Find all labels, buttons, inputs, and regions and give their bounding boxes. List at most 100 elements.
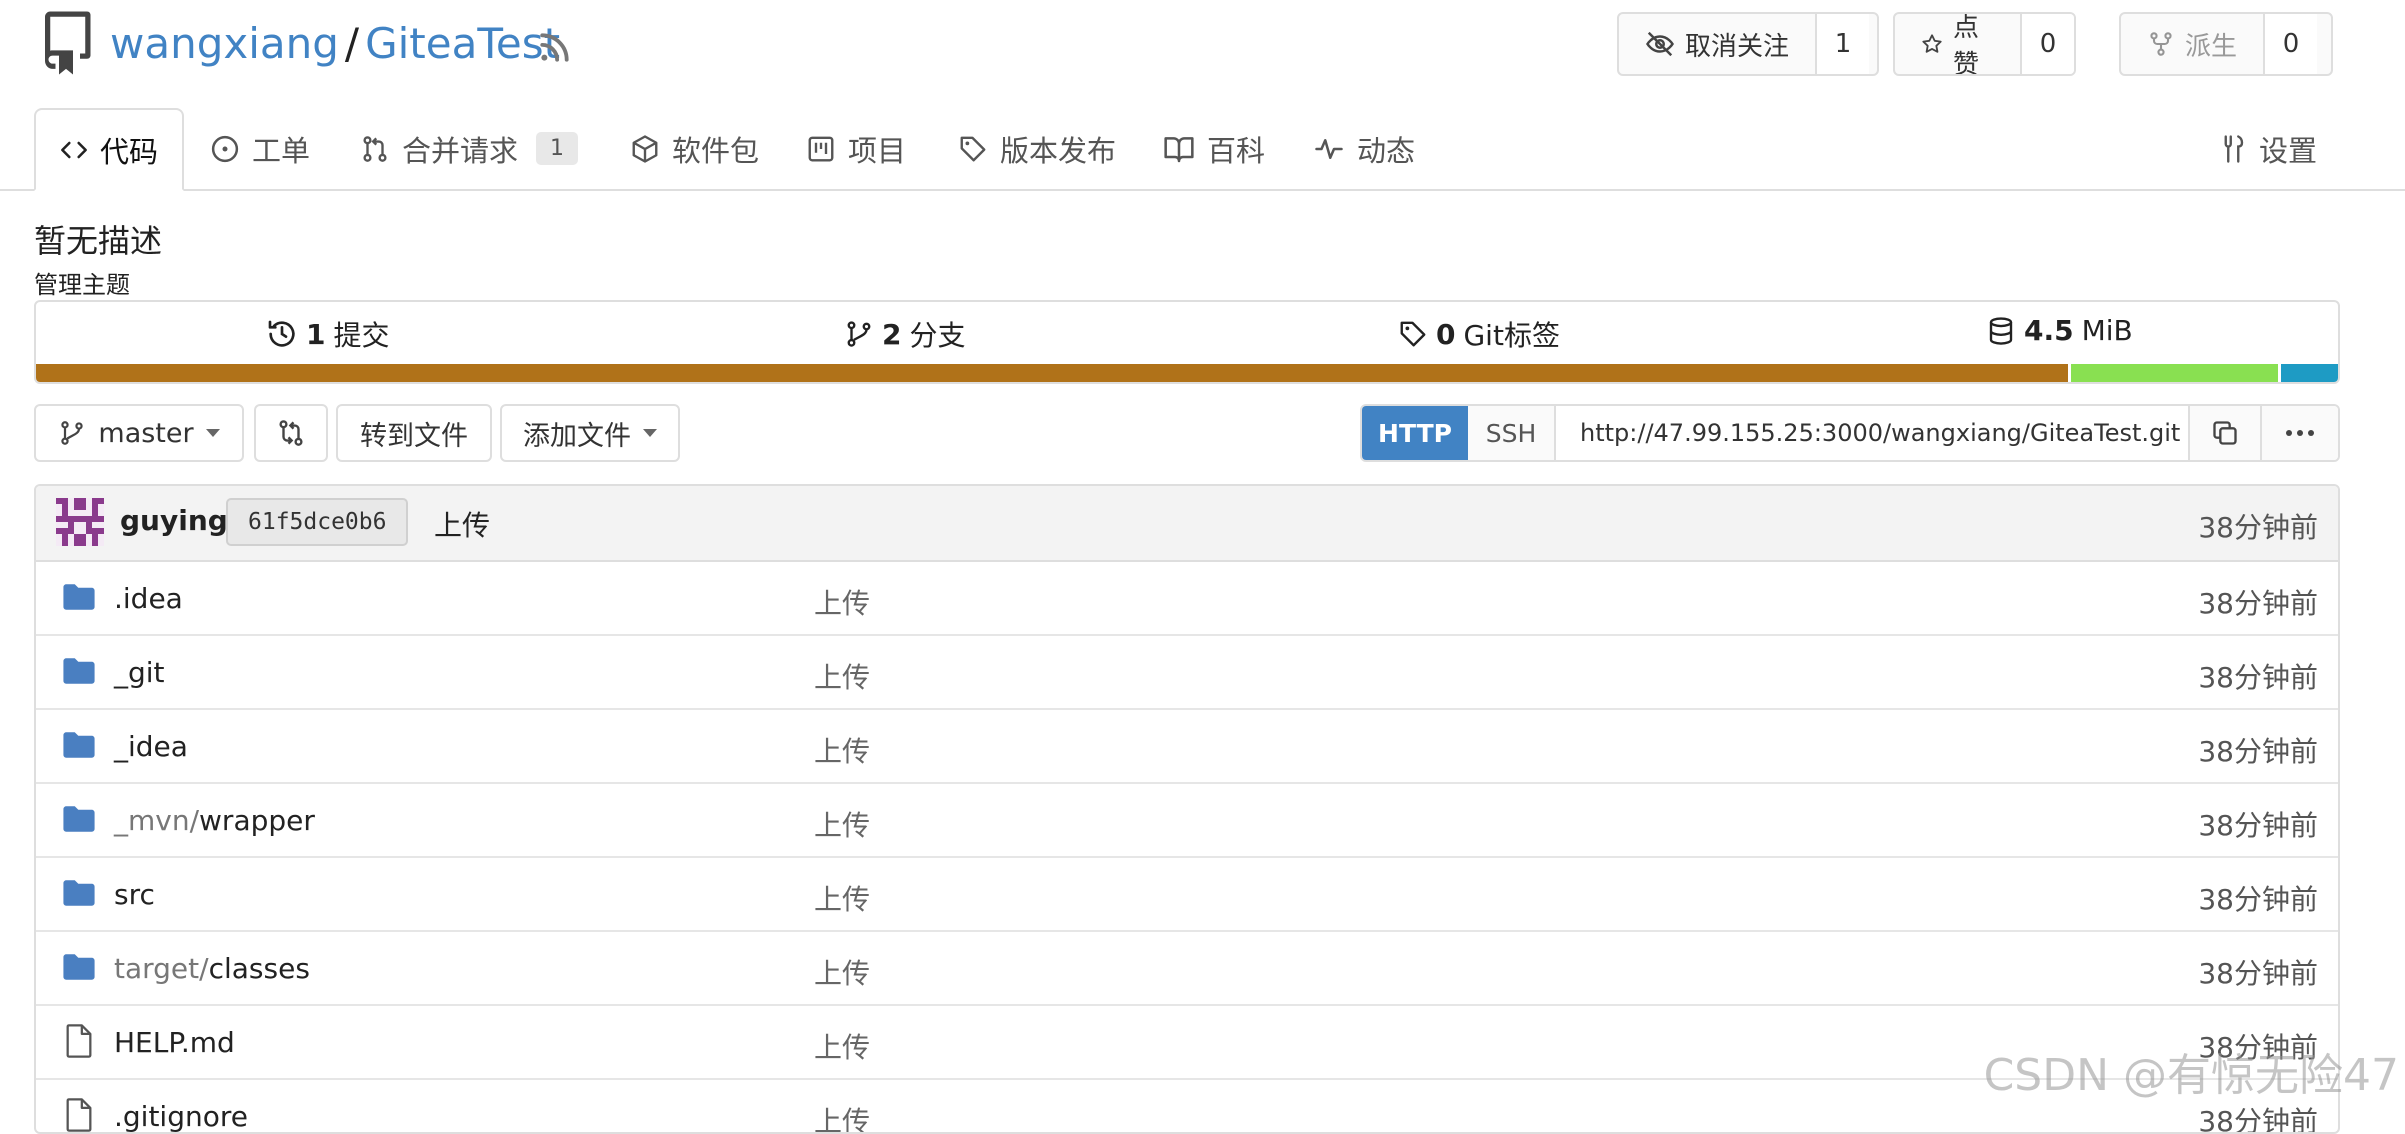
file-commit-message[interactable]: 上传 [814,804,870,844]
commit-sha[interactable]: 61f5dce0b6 [226,498,409,546]
repo-size: 4.5 [2024,314,2074,347]
tab-pulls-label: 合并请求 [402,133,519,168]
file-commit-time: 38分钟前 [2198,1105,2318,1134]
branch-selector[interactable]: master [34,404,244,462]
tags-stat[interactable]: 0 Git标签 [1398,314,1560,354]
file-name[interactable]: wrapper [199,804,315,837]
file-name-link[interactable]: _git [114,656,165,689]
branch-icon [847,321,871,347]
language-segment[interactable] [2277,364,2338,382]
manage-topics-link[interactable]: 管理主题 [34,265,130,300]
file-name[interactable]: .gitignore [114,1100,248,1132]
file-row: _idea 上传 38分钟前 [36,710,2338,784]
fork-label: 派生 [2185,31,2238,62]
star-button[interactable]: 点赞 [1895,14,2022,74]
tab-issues-label: 工单 [252,133,311,168]
file-name-link[interactable]: .idea [114,582,183,615]
goto-file-button[interactable]: 转到文件 [336,404,492,462]
tag-icon [1400,321,1426,347]
file-commit-message[interactable]: 上传 [814,952,870,992]
fork-button[interactable]: 派生 [2121,14,2266,74]
add-file-button[interactable]: 添加文件 [500,404,680,462]
file-commit-message[interactable]: 上传 [814,1026,870,1066]
http-clone-button[interactable]: HTTP [1362,406,1468,460]
tab-projects[interactable]: 项目 [806,108,906,189]
tab-activity-label: 动态 [1357,133,1416,168]
tab-releases-label: 版本发布 [1000,133,1117,168]
tab-activity[interactable]: 动态 [1313,108,1415,189]
clone-url-field[interactable]: http://47.99.155.25:3000/wangxiang/Gitea… [1556,406,2188,460]
tab-issues[interactable]: 工单 [210,108,310,189]
ssh-clone-button[interactable]: SSH [1468,406,1556,460]
file-commit-message[interactable]: 上传 [814,730,870,770]
file-row: _git 上传 38分钟前 [36,636,2338,710]
file-name[interactable]: src [114,878,155,911]
tab-packages[interactable]: 软件包 [630,108,759,189]
file-commit-message[interactable]: 上传 [814,1100,870,1132]
file-name-link[interactable]: .gitignore [114,1100,248,1132]
file-name[interactable]: classes [209,952,310,985]
tab-pulls[interactable]: 合并请求 1 [360,108,579,189]
commits-label: 提交 [333,319,390,352]
copy-url-button[interactable] [2188,406,2260,460]
commits-stat[interactable]: 1 提交 [266,314,390,354]
file-name-link[interactable]: _mvn/wrapper [114,804,315,837]
file-name-link[interactable]: src [114,878,155,911]
commit-message[interactable]: 上传 [434,504,490,544]
repo-size-unit: MiB [2081,314,2133,347]
tab-settings[interactable]: 设置 [2217,108,2317,189]
file-name[interactable]: _git [114,656,165,689]
language-bar[interactable] [36,364,2338,382]
file-commit-message[interactable]: 上传 [814,582,870,622]
kebab-horizontal-icon [2286,430,2314,436]
file-name-link[interactable]: target/classes [114,952,310,985]
more-options-button[interactable] [2260,406,2338,460]
star-icon [1922,34,1942,53]
branches-count: 2 [882,317,902,351]
rss-icon[interactable] [538,30,572,64]
file-commit-time: 38分钟前 [2198,957,2318,990]
unwatch-button[interactable]: 取消关注 [1619,14,1818,74]
repo-icon [45,11,91,75]
repo-name-link[interactable]: GiteaTest [365,19,560,68]
fork-count[interactable]: 0 [2265,14,2318,74]
tab-code[interactable]: 代码 [34,108,184,191]
file-path-prefix[interactable]: target/ [114,952,209,985]
file-name[interactable]: .idea [114,582,183,615]
folder-icon [63,584,95,610]
file-commit-message[interactable]: 上传 [814,656,870,696]
history-icon [268,320,295,347]
tab-settings-label: 设置 [2259,133,2318,168]
file-name[interactable]: HELP.md [114,1026,235,1059]
code-icon [61,141,87,158]
file-row: src 上传 38分钟前 [36,858,2338,932]
file-path-prefix[interactable]: _mvn/ [114,804,199,837]
file-name-link[interactable]: HELP.md [114,1026,235,1059]
avatar[interactable] [56,498,104,546]
pulls-count-badge: 1 [536,132,579,165]
language-segment[interactable] [2067,364,2278,382]
tab-releases[interactable]: 版本发布 [958,108,1116,189]
file-commit-time: 38分钟前 [2198,735,2318,768]
commit-author[interactable]: guying [120,504,228,537]
file-commit-message[interactable]: 上传 [814,878,870,918]
file-row: .idea 上传 38分钟前 [36,562,2338,636]
owner-link[interactable]: wangxiang [110,19,339,68]
file-commit-time: 38分钟前 [2198,661,2318,694]
star-button-group: 点赞 0 [1893,12,2076,76]
branches-stat[interactable]: 2 分支 [844,314,966,354]
star-count[interactable]: 0 [2022,14,2074,74]
branch-name: master [98,417,194,449]
tab-wiki[interactable]: 百科 [1163,108,1265,189]
pull-request-icon [363,135,387,162]
watermark: CSDN @有惊无险47 [1983,1050,2399,1101]
compare-button[interactable] [254,404,328,462]
language-segment[interactable] [36,364,2068,382]
file-icon [66,1098,92,1132]
repo-description: 暂无描述 [34,222,163,260]
file-commit-time: 38分钟前 [2198,587,2318,620]
copy-icon [2213,421,2237,445]
watch-count[interactable]: 1 [1817,14,1870,74]
file-name-link[interactable]: _idea [114,730,188,763]
file-name[interactable]: _idea [114,730,188,763]
